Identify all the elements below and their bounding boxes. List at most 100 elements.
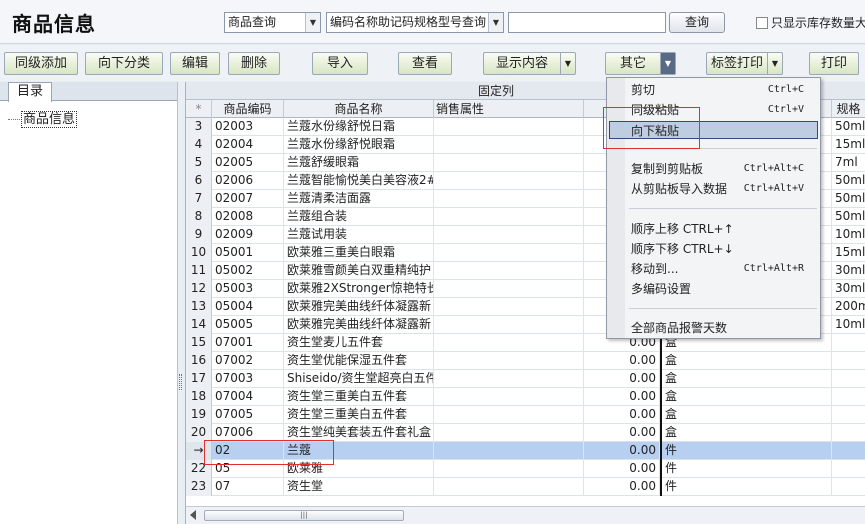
spec-cell[interactable]	[832, 334, 865, 352]
scroll-left-icon[interactable]	[190, 510, 196, 520]
import-button[interactable]: 导入	[312, 52, 368, 75]
spec-cell[interactable]	[832, 406, 865, 424]
spec-cell[interactable]: 50ml	[832, 190, 865, 208]
code-cell[interactable]: 07005	[212, 406, 284, 424]
name-cell[interactable]: 资生堂纯美套装五件套礼盒	[284, 424, 434, 442]
code-cell[interactable]: 05004	[212, 298, 284, 316]
checkbox-icon[interactable]	[756, 17, 768, 29]
code-cell[interactable]: 02003	[212, 118, 284, 136]
sales-attr-cell[interactable]	[434, 208, 584, 226]
table-row[interactable]: 22 05 欧莱雅 0.00 件	[186, 460, 865, 478]
code-cell[interactable]: 05001	[212, 244, 284, 262]
spec-cell[interactable]: 10ml	[832, 316, 865, 334]
menu-item-move-to[interactable]: 移动到... Ctrl+Alt+R	[609, 260, 818, 278]
name-cell[interactable]: 兰蔻水份缘舒悦眼霜	[284, 136, 434, 154]
chevron-down-icon[interactable]: ▼	[488, 13, 503, 32]
code-cell[interactable]: 02008	[212, 208, 284, 226]
price-cell[interactable]: 0.00	[584, 388, 660, 406]
spec-cell[interactable]: 15ml	[832, 244, 865, 262]
code-cell[interactable]: 07001	[212, 334, 284, 352]
sales-attr-cell[interactable]	[434, 406, 584, 424]
spec-cell[interactable]	[832, 370, 865, 388]
table-row[interactable]: 23 07 资生堂 0.00 件	[186, 478, 865, 496]
horizontal-scrollbar[interactable]: |||	[186, 506, 865, 524]
price-cell[interactable]: 0.00	[584, 424, 660, 442]
add-sub-category-button[interactable]: 向下分类	[85, 52, 163, 75]
spec-cell[interactable]: 200ml	[832, 298, 865, 316]
tab-directory[interactable]: 目录	[8, 82, 52, 102]
code-cell[interactable]: 05	[212, 460, 284, 478]
chevron-down-icon[interactable]: ▼	[660, 53, 675, 74]
name-cell[interactable]: 资生堂三重美白五件套	[284, 406, 434, 424]
label-print-button[interactable]: 标签打印 ▼	[706, 52, 783, 75]
unit-cell[interactable]: 盒	[660, 424, 832, 442]
spec-cell[interactable]: 7ml	[832, 154, 865, 172]
code-cell[interactable]: 05002	[212, 262, 284, 280]
sales-attr-cell[interactable]	[434, 262, 584, 280]
spec-cell[interactable]: 50ml	[832, 172, 865, 190]
price-cell[interactable]: 0.00	[584, 478, 660, 496]
stock-only-checkbox[interactable]: 只显示库存数量大	[756, 14, 865, 31]
spec-cell[interactable]	[832, 352, 865, 370]
edit-button[interactable]: 编辑	[170, 52, 220, 75]
column-header-spec[interactable]: 规格	[832, 100, 865, 118]
print-button[interactable]: 打印	[809, 52, 859, 75]
query-mode-select[interactable]: 商品查询 ▼	[224, 12, 321, 33]
grip-icon[interactable]	[179, 374, 182, 390]
code-cell[interactable]: 05003	[212, 280, 284, 298]
view-button[interactable]: 查看	[398, 52, 452, 75]
name-cell[interactable]: 兰蔻试用装	[284, 226, 434, 244]
name-cell[interactable]: 兰蔻组合装	[284, 208, 434, 226]
code-cell[interactable]: 07	[212, 478, 284, 496]
sales-attr-cell[interactable]	[434, 460, 584, 478]
tree-node-root[interactable]: 商品信息	[8, 108, 78, 128]
sales-attr-cell[interactable]	[434, 226, 584, 244]
query-field-select[interactable]: 编码名称助记码规格型号查询 ▼	[326, 12, 504, 33]
name-cell[interactable]: 兰蔻水份缘舒悦日霜	[284, 118, 434, 136]
price-cell[interactable]: 0.00	[584, 442, 660, 460]
code-cell[interactable]: 02009	[212, 226, 284, 244]
column-header-sales-attr[interactable]: 销售属性	[434, 100, 584, 118]
unit-cell[interactable]: 件	[660, 460, 832, 478]
name-cell[interactable]: 欧莱雅三重美白眼霜	[284, 244, 434, 262]
sales-attr-cell[interactable]	[434, 190, 584, 208]
price-cell[interactable]: 0.00	[584, 370, 660, 388]
spec-cell[interactable]: 50ml	[832, 208, 865, 226]
name-cell[interactable]: 兰蔻舒缓眼霜	[284, 154, 434, 172]
sales-attr-cell[interactable]	[434, 424, 584, 442]
query-button[interactable]: 查询	[669, 12, 725, 33]
menu-item-move-up[interactable]: 顺序上移 CTRL+↑	[609, 220, 818, 238]
code-cell[interactable]: 07002	[212, 352, 284, 370]
spec-cell[interactable]: 30ml	[832, 280, 865, 298]
code-cell[interactable]: 05005	[212, 316, 284, 334]
name-cell[interactable]: 兰蔻智能愉悦美白美容液2#	[284, 172, 434, 190]
sales-attr-cell[interactable]	[434, 370, 584, 388]
scroll-thumb[interactable]: |||	[204, 510, 404, 521]
price-cell[interactable]: 0.00	[584, 406, 660, 424]
code-cell[interactable]: 02006	[212, 172, 284, 190]
menu-item-cut[interactable]: 剪切 Ctrl+C	[609, 81, 818, 99]
table-row[interactable]: 16 07002 资生堂优能保湿五件套 0.00 盒	[186, 352, 865, 370]
sales-attr-cell[interactable]	[434, 316, 584, 334]
sales-attr-cell[interactable]	[434, 154, 584, 172]
sales-attr-cell[interactable]	[434, 388, 584, 406]
name-cell[interactable]: 欧莱雅	[284, 460, 434, 478]
spec-cell[interactable]	[832, 460, 865, 478]
name-cell[interactable]: 欧莱雅雪颜美白双重精纯护	[284, 262, 434, 280]
spec-cell[interactable]: 15ml	[832, 136, 865, 154]
name-cell[interactable]: 兰蔻	[284, 442, 434, 460]
code-cell[interactable]: 07003	[212, 370, 284, 388]
sales-attr-cell[interactable]	[434, 244, 584, 262]
unit-cell[interactable]: 盒	[660, 370, 832, 388]
code-cell[interactable]: 07006	[212, 424, 284, 442]
sales-attr-cell[interactable]	[434, 478, 584, 496]
search-input[interactable]	[508, 12, 666, 33]
spec-cell[interactable]	[832, 478, 865, 496]
panel-splitter[interactable]	[178, 82, 184, 524]
name-cell[interactable]: 欧莱雅完美曲线纤体凝露新	[284, 316, 434, 334]
table-row[interactable]: 20 07006 资生堂纯美套装五件套礼盒 0.00 盒	[186, 424, 865, 442]
price-cell[interactable]: 0.00	[584, 352, 660, 370]
name-cell[interactable]: 欧莱雅2XStronger惊艳特长	[284, 280, 434, 298]
name-cell[interactable]: 资生堂	[284, 478, 434, 496]
unit-cell[interactable]: 件	[660, 442, 832, 460]
